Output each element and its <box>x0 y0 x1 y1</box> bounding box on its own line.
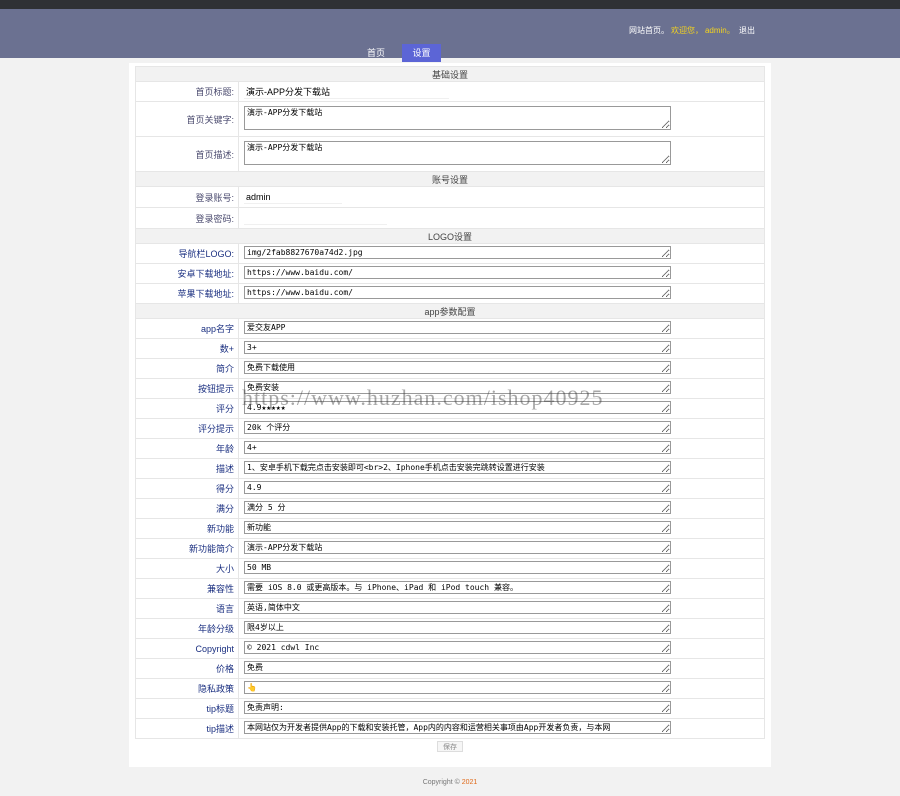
site-home-link[interactable]: 网站首页。 <box>629 26 669 35</box>
app-compat-textarea[interactable]: 需要 iOS 8.0 或更高版本。与 iPhone、iPad 和 iPod to… <box>244 581 671 594</box>
app-language-textarea[interactable]: 英语,简体中文 <box>244 601 671 614</box>
app-age-label: 年龄 <box>135 438 239 459</box>
app-privacy-textarea[interactable]: 👆 <box>244 681 671 694</box>
main-nav: 首页 设置 <box>0 44 900 64</box>
login-pass-label: 登录密码: <box>135 207 239 229</box>
app-rating-hint-textarea[interactable]: 20k 个评分 <box>244 421 671 434</box>
ios-url-label: 苹果下载地址: <box>135 283 239 304</box>
home-title-input[interactable] <box>244 84 449 99</box>
settings-form: 基础设置 首页标题: 首页关键字: 演示-APP分发下载站 首页描述: 演示-A… <box>135 66 765 755</box>
app-full-score-textarea[interactable]: 满分 5 分 <box>244 501 671 514</box>
app-tip-desc-label: tip描述 <box>135 718 239 739</box>
android-url-textarea[interactable]: https://www.baidu.com/ <box>244 266 671 279</box>
app-rating-hint-label: 评分提示 <box>135 418 239 439</box>
app-count-textarea[interactable]: 3+ <box>244 341 671 354</box>
app-rating-label: 评分 <box>135 398 239 419</box>
app-description-label: 描述 <box>135 458 239 479</box>
app-rating-textarea[interactable]: 4.9★★★★★ <box>244 401 671 414</box>
footer-copyright: Copyright © 2021 <box>0 779 900 786</box>
app-score-label: 得分 <box>135 478 239 499</box>
login-user-label: 登录账号: <box>135 186 239 208</box>
app-copyright-label: Copyright <box>135 638 239 659</box>
app-new-feature-label: 新功能 <box>135 518 239 539</box>
app-price-textarea[interactable]: 免费 <box>244 661 671 674</box>
app-tip-desc-textarea[interactable]: 本网站仅为开发者提供App的下载和安装托管，App内的内容和运营相关事项由App… <box>244 721 671 734</box>
app-copyright-textarea[interactable]: © 2021 cdwl Inc <box>244 641 671 654</box>
username-link[interactable]: admin。 <box>705 26 735 35</box>
footer-year: 2021 <box>461 779 478 786</box>
ios-url-textarea[interactable]: https://www.baidu.com/ <box>244 286 671 299</box>
app-new-feature-intro-label: 新功能简介 <box>135 538 239 559</box>
welcome-text: 欢迎您， <box>670 26 703 35</box>
home-keywords-label: 首页关键字: <box>135 101 239 137</box>
app-intro-label: 简介 <box>135 358 239 379</box>
user-links: 网站首页。 欢迎您， admin。 退出 <box>627 25 755 36</box>
app-size-textarea[interactable]: 50 MB <box>244 561 671 574</box>
app-tip-title-textarea[interactable]: 免责声明: <box>244 701 671 714</box>
app-age-textarea[interactable]: 4+ <box>244 441 671 454</box>
app-tip-title-label: tip标题 <box>135 698 239 719</box>
app-age-rating-textarea[interactable]: 限4岁以上 <box>244 621 671 634</box>
login-pass-input[interactable] <box>244 211 387 225</box>
app-name-label: app名字 <box>135 318 239 339</box>
app-new-feature-intro-textarea[interactable]: 演示-APP分发下载站 <box>244 541 671 554</box>
app-price-label: 价格 <box>135 658 239 679</box>
app-score-textarea[interactable]: 4.9 <box>244 481 671 494</box>
android-url-label: 安卓下载地址: <box>135 263 239 284</box>
save-button[interactable]: 保存 <box>437 741 463 753</box>
nav-logo-label: 导航栏LOGO: <box>135 243 239 264</box>
app-new-feature-textarea[interactable]: 新功能 <box>244 521 671 534</box>
app-privacy-label: 隐私政策 <box>135 678 239 699</box>
section-logo-title: LOGO设置 <box>135 228 765 244</box>
app-button-hint-textarea[interactable]: 免费安装 <box>244 381 671 394</box>
app-compat-label: 兼容性 <box>135 578 239 599</box>
app-full-score-label: 满分 <box>135 498 239 519</box>
login-user-input[interactable] <box>244 190 342 204</box>
app-button-hint-label: 按钮提示 <box>135 378 239 399</box>
nav-home[interactable]: 首页 <box>359 44 393 62</box>
app-intro-textarea[interactable]: 免费下载使用 <box>244 361 671 374</box>
section-app-title: app参数配置 <box>135 303 765 319</box>
home-desc-textarea[interactable]: 演示-APP分发下载站 <box>244 141 671 165</box>
logout-link[interactable]: 退出 <box>739 26 755 35</box>
app-count-label: 数+ <box>135 338 239 359</box>
section-basic-title: 基础设置 <box>135 66 765 82</box>
home-title-label: 首页标题: <box>135 81 239 102</box>
app-age-rating-label: 年龄分级 <box>135 618 239 639</box>
section-account-title: 账号设置 <box>135 171 765 187</box>
settings-panel: 基础设置 首页标题: 首页关键字: 演示-APP分发下载站 首页描述: 演示-A… <box>129 63 771 767</box>
app-description-textarea[interactable]: 1、安卓手机下载完点击安装即可<br>2、Iphone手机点击安装完跳转设置进行… <box>244 461 671 474</box>
top-header: 网站首页。 欢迎您， admin。 退出 首页 设置 <box>0 0 900 62</box>
footer-text: Copyright © <box>422 779 462 786</box>
nav-logo-textarea[interactable]: img/2fab8827670a74d2.jpg <box>244 246 671 259</box>
home-keywords-textarea[interactable]: 演示-APP分发下载站 <box>244 106 671 130</box>
app-name-textarea[interactable]: 爱交友APP <box>244 321 671 334</box>
app-language-label: 语言 <box>135 598 239 619</box>
app-size-label: 大小 <box>135 558 239 579</box>
nav-settings[interactable]: 设置 <box>402 44 441 62</box>
home-desc-label: 首页描述: <box>135 136 239 172</box>
